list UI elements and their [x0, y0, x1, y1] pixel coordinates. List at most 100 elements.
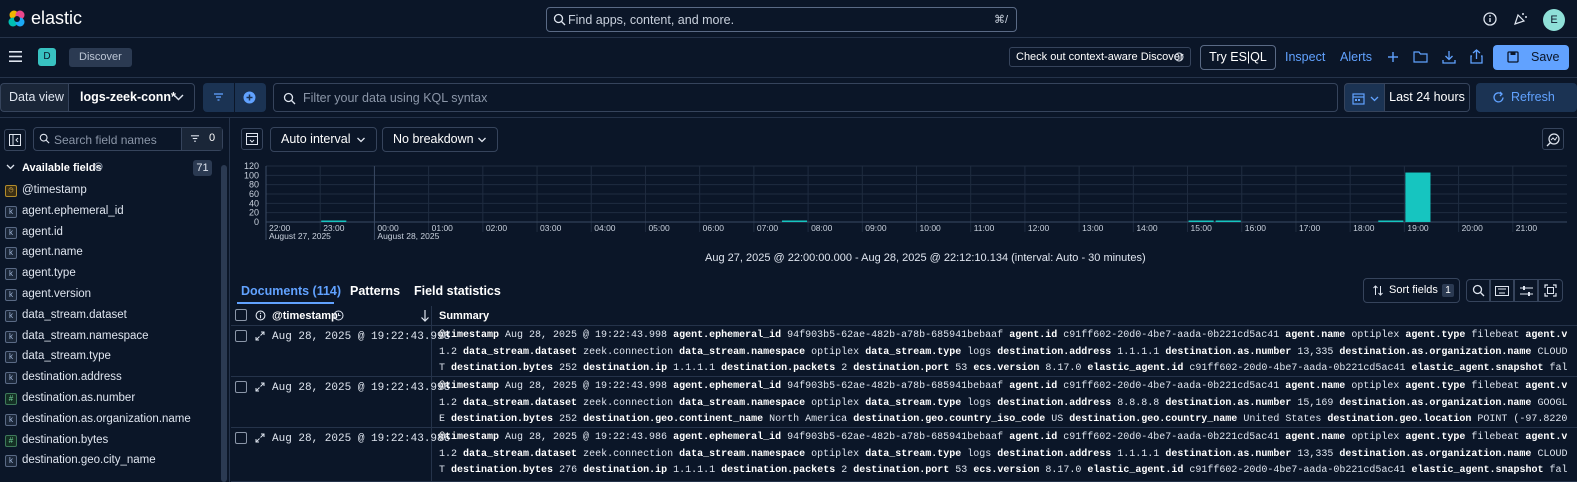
- histogram-bar: [1378, 220, 1404, 222]
- field-name: destination.as.organization.name: [22, 412, 191, 425]
- row-checkbox[interactable]: [235, 432, 247, 444]
- expand-row-icon[interactable]: [255, 331, 265, 341]
- summary-field-key: destination.as.number: [1165, 448, 1292, 460]
- row-checkbox[interactable]: [235, 381, 247, 393]
- table-row[interactable]: Aug 28, 2025 @ 19:22:43.986 @timestamp Au…: [231, 428, 1577, 482]
- y-tick-label: 40: [249, 198, 259, 208]
- summary-line: 1.2 data_stream.dataset zeek.connection …: [439, 447, 1567, 464]
- sort-descending-icon[interactable]: [420, 309, 430, 322]
- summary-field-key: elastic_agent.snapshot: [1411, 465, 1544, 477]
- summary-field-value: logs: [967, 448, 992, 460]
- summary-field-value: c91ff602-20d0-4be7-aada-0b221cd5ac41: [1189, 465, 1406, 477]
- table-row[interactable]: Aug 28, 2025 @ 19:22:43.998 @timestamp Au…: [231, 377, 1577, 428]
- summary-field-value: zeek.connection: [583, 397, 674, 409]
- summary-field-value: c91ff602-20d0-4be7-aada-0b221cd5ac41: [1063, 381, 1280, 392]
- field-item[interactable]: k data_stream.namespace: [4, 329, 224, 347]
- search-in-grid-button[interactable]: [1466, 279, 1490, 302]
- field-item[interactable]: k agent.type: [4, 266, 224, 284]
- row-summary: @timestamp Aug 28, 2025 @ 19:22:43.986 a…: [439, 430, 1567, 480]
- x-tick-label: 13:00: [1082, 223, 1104, 233]
- col-summary-header[interactable]: Summary: [439, 310, 489, 322]
- summary-field-key: @timestamp: [439, 381, 500, 392]
- x-tick-label: 20:00: [1462, 223, 1484, 233]
- summary-field-key: agent.id: [1009, 330, 1058, 341]
- x-tick-label: 12:00: [1028, 223, 1050, 233]
- summary-field-value: fals…: [1549, 465, 1567, 477]
- summary-field-key: destination.bytes: [451, 465, 554, 477]
- number-type-icon: #: [5, 434, 17, 447]
- field-item[interactable]: k destination.address: [4, 370, 224, 388]
- x-tick-label: 16:00: [1245, 223, 1267, 233]
- summary-field-key: destination.geo.location: [1327, 414, 1472, 426]
- summary-field-value: 1.2: [439, 448, 458, 460]
- summary-field-key: destination.as.number: [1165, 346, 1292, 358]
- summary-field-value: filebeat: [1471, 381, 1520, 392]
- fullscreen-button[interactable]: [1538, 279, 1563, 302]
- summary-field-value: logs: [967, 346, 992, 358]
- row-checkbox[interactable]: [235, 330, 247, 342]
- summary-line: T destination.bytes 252 destination.ip 1…: [439, 361, 1567, 378]
- summary-field-value: fals…: [1549, 363, 1567, 375]
- keyword-type-icon: k: [5, 268, 17, 281]
- col-timestamp-header[interactable]: @timestamp: [272, 310, 338, 322]
- summary-field-value: optiplex: [1351, 432, 1400, 443]
- summary-field-value: POINT (-97.8220000024885…: [1477, 414, 1567, 426]
- tab-patterns[interactable]: Patterns: [350, 284, 400, 298]
- field-item[interactable]: k destination.geo.city_name: [4, 453, 224, 471]
- summary-field-key: data_stream.namespace: [679, 448, 806, 460]
- summary-field-value: 8.8.8.8: [1117, 397, 1160, 409]
- field-name: data_stream.dataset: [22, 308, 127, 321]
- x-tick-label: 14:00: [1136, 223, 1158, 233]
- y-tick-label: 60: [249, 189, 259, 199]
- summary-field-key: agent.type: [1405, 330, 1466, 341]
- keyword-type-icon: k: [5, 351, 17, 364]
- display-settings-button[interactable]: [1514, 279, 1538, 302]
- summary-field-value: optiplex: [811, 397, 860, 409]
- summary-field-key: agent.version: [1525, 330, 1567, 341]
- field-item[interactable]: k agent.version: [4, 287, 224, 305]
- tab-field-statistics[interactable]: Field statistics: [414, 284, 501, 298]
- tab-documents[interactable]: Documents (114): [241, 284, 341, 298]
- row-timestamp: Aug 28, 2025 @ 19:22:43.998: [272, 331, 451, 343]
- x-tick-label: 02:00: [486, 223, 508, 233]
- histogram-chart[interactable]: 02040608010012022:00 23:00 00:00 01:00 02:00…: [0, 0, 1577, 250]
- table-row[interactable]: Aug 28, 2025 @ 19:22:43.998 @timestamp Au…: [231, 326, 1577, 377]
- settings-sliders-icon: [1520, 286, 1533, 296]
- field-item[interactable]: # destination.as.number: [4, 391, 224, 409]
- summary-field-key: destination.address: [997, 397, 1112, 409]
- info-icon[interactable]: [255, 310, 266, 321]
- summary-field-key: destination.as.organization.name: [1339, 397, 1532, 409]
- x-tick-label: 11:00: [974, 223, 995, 233]
- expand-row-icon[interactable]: [255, 433, 265, 443]
- summary-field-key: agent.name: [1285, 432, 1346, 443]
- y-tick-label: 80: [249, 180, 259, 190]
- date-label: August 28, 2025: [377, 231, 439, 241]
- expand-row-icon[interactable]: [255, 382, 265, 392]
- summary-field-key: agent.ephemeral_id: [673, 330, 782, 341]
- summary-field-value: 1.1.1.1: [673, 363, 716, 375]
- summary-field-key: destination.address: [997, 346, 1112, 358]
- row-summary: @timestamp Aug 28, 2025 @ 19:22:43.998 a…: [439, 379, 1567, 429]
- histogram-bar: [1188, 220, 1214, 222]
- y-tick-label: 120: [244, 161, 259, 171]
- keyboard-shortcuts-button[interactable]: [1490, 279, 1514, 302]
- field-item[interactable]: k destination.as.organization.name: [4, 412, 224, 430]
- summary-field-value: North America: [769, 414, 848, 426]
- summary-field-value: Aug 28, 2025 @ 19:22:43.998: [505, 381, 668, 392]
- summary-field-key: data_stream.type: [865, 448, 962, 460]
- field-item[interactable]: # destination.bytes: [4, 433, 224, 451]
- summary-field-value: filebeat: [1471, 330, 1520, 341]
- row-timestamp: Aug 28, 2025 @ 19:22:43.986: [272, 433, 451, 445]
- summary-field-value: 252: [559, 363, 578, 375]
- summary-field-value: US: [1051, 414, 1064, 426]
- select-all-checkbox[interactable]: [235, 309, 247, 321]
- summary-field-value: optiplex: [811, 448, 860, 460]
- summary-field-key: agent.name: [1285, 381, 1346, 392]
- keyword-type-icon: k: [5, 413, 17, 426]
- summary-line: @timestamp Aug 28, 2025 @ 19:22:43.998 a…: [439, 328, 1567, 345]
- sort-fields-button[interactable]: Sort fields 1: [1363, 278, 1460, 303]
- field-item[interactable]: k data_stream.type: [4, 349, 224, 367]
- summary-field-value: 8.17.0: [1045, 465, 1082, 477]
- field-item[interactable]: k data_stream.dataset: [4, 308, 224, 326]
- summary-field-key: destination.ip: [583, 465, 668, 477]
